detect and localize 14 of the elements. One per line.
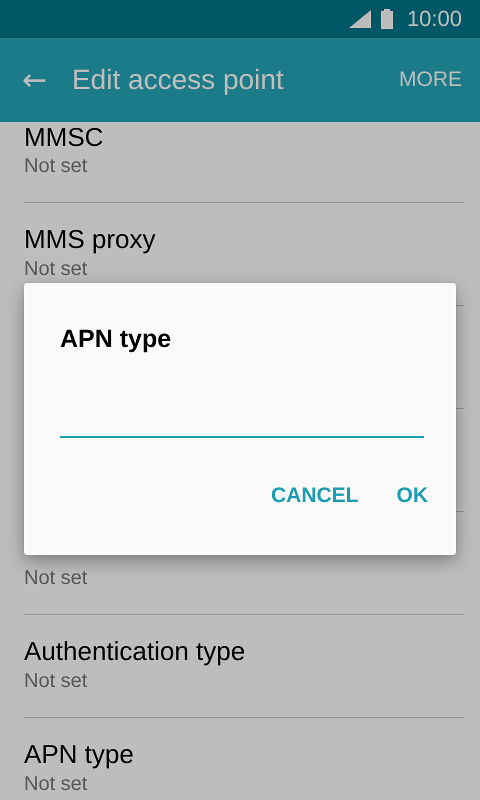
- status-time: 10:00: [406, 6, 462, 32]
- setting-title[interactable]: MMS proxy: [24, 224, 156, 254]
- setting-value: Not set: [24, 773, 88, 795]
- dialog-title: APN type: [60, 325, 172, 354]
- setting-value: Not set: [24, 670, 88, 692]
- setting-value: Not set: [24, 567, 88, 589]
- setting-value: Not set: [24, 258, 88, 280]
- screen-title: Edit access point: [72, 64, 285, 96]
- setting-value: Not set: [24, 155, 88, 177]
- setting-title[interactable]: Authentication type: [24, 636, 246, 666]
- battery-icon: [380, 9, 393, 29]
- setting-title[interactable]: APN type: [24, 739, 134, 769]
- setting-title[interactable]: MMSC: [24, 122, 104, 152]
- signal-icon: [348, 10, 371, 28]
